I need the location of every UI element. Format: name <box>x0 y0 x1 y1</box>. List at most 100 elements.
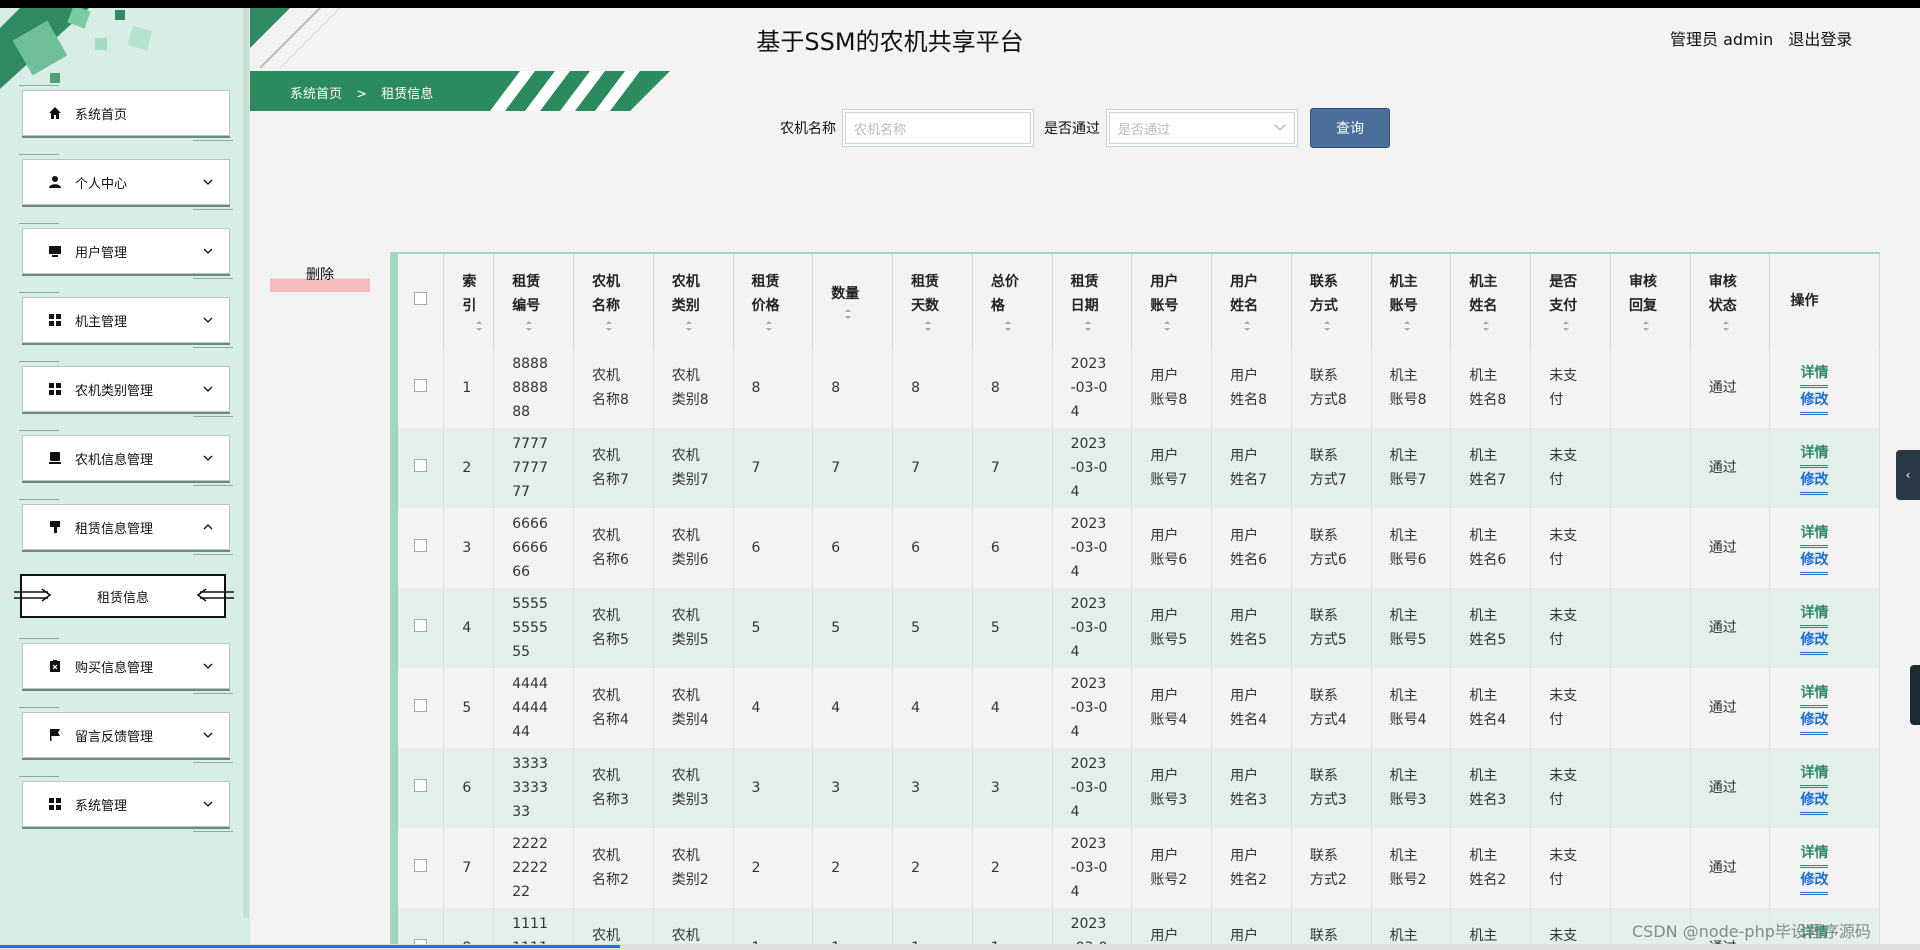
row-checkbox[interactable] <box>414 539 427 552</box>
edit-link[interactable]: 修改 <box>1800 388 1829 415</box>
edit-link[interactable]: 修改 <box>1800 788 1829 815</box>
detail-link[interactable]: 详情 <box>1800 601 1829 628</box>
edit-link[interactable]: 修改 <box>1800 868 1829 895</box>
col-header-rental-days[interactable]: 租赁天数 <box>892 254 973 348</box>
col-header-index[interactable]: 索引 <box>443 254 495 348</box>
row-checkbox[interactable] <box>414 379 427 392</box>
col-header-owner-name[interactable]: 机主姓名 <box>1450 254 1532 348</box>
row-checkbox[interactable] <box>414 779 427 792</box>
sort-icon[interactable] <box>1162 320 1172 332</box>
logout-link[interactable]: 退出登录 <box>1788 30 1852 49</box>
sort-icon[interactable] <box>684 320 694 332</box>
header-decoration <box>250 8 341 68</box>
col-header-label: 审核状态 <box>1708 274 1737 314</box>
sidebar-item-8[interactable]: 购买信息管理 <box>19 638 233 694</box>
cell-text: 7 <box>831 460 841 476</box>
detail-link[interactable]: 详情 <box>1800 441 1829 468</box>
sidebar-item-10[interactable]: 系统管理 <box>19 776 233 832</box>
detail-link[interactable]: 详情 <box>1800 521 1829 548</box>
side-collapse-tab[interactable]: ‹ <box>1896 450 1920 500</box>
cell-user-account: 用户账号1 <box>1131 908 1213 944</box>
sidebar-item-1[interactable]: 系统首页 <box>19 85 233 141</box>
cell-user-account: 用户账号8 <box>1131 348 1213 428</box>
cell-review-status: 通过 <box>1690 748 1771 828</box>
sidebar-item-3[interactable]: 用户管理 <box>19 223 233 279</box>
cell-machine-name: 农机名称2 <box>573 828 654 908</box>
col-header-review-status[interactable]: 审核状态 <box>1690 254 1771 348</box>
breadcrumb-home[interactable]: 系统首页 <box>290 87 342 102</box>
row-checkbox[interactable] <box>414 859 427 872</box>
col-header-user-name[interactable]: 用户姓名 <box>1211 254 1292 348</box>
col-header-total-price[interactable]: 总价格 <box>972 254 1053 348</box>
sort-icon[interactable] <box>1083 320 1093 332</box>
sort-icon[interactable] <box>524 320 534 332</box>
col-header-paid[interactable]: 是否支付 <box>1530 254 1611 348</box>
col-header-rental-price[interactable]: 租赁价格 <box>733 254 814 348</box>
cell-quantity: 8 <box>812 348 894 428</box>
cell-rental-days: 8 <box>892 348 973 428</box>
edit-link[interactable]: 修改 <box>1800 468 1829 495</box>
sidebar-item-4[interactable]: 机主管理 <box>19 292 233 348</box>
row-select-cell <box>398 668 445 748</box>
sidebar-item-2[interactable]: 个人中心 <box>19 154 233 210</box>
sidebar-subitem-rental-info[interactable]: 租赁信息 <box>14 574 234 618</box>
col-header-user-account[interactable]: 用户账号 <box>1131 254 1213 348</box>
delete-button[interactable]: 删除 <box>270 262 370 292</box>
cell-paid: 未支付 <box>1530 748 1611 828</box>
col-header-machine-type[interactable]: 农机类别 <box>653 254 734 348</box>
col-header-rental-no[interactable]: 租赁编号 <box>493 254 574 348</box>
col-header-rental-date[interactable]: 租赁日期 <box>1052 254 1133 348</box>
sort-icon[interactable] <box>764 320 774 332</box>
col-header-review-reply[interactable]: 审核回复 <box>1610 254 1691 348</box>
sort-icon[interactable] <box>1322 320 1332 332</box>
sort-icon[interactable] <box>1402 320 1412 332</box>
cell-index: 6 <box>443 748 495 828</box>
select-all-checkbox[interactable] <box>414 292 427 305</box>
sort-icon[interactable] <box>843 308 853 320</box>
cell-text: 农机类别1 <box>671 928 700 944</box>
side-tab[interactable] <box>1910 665 1920 725</box>
cell-index: 4 <box>443 588 495 668</box>
detail-link[interactable]: 详情 <box>1800 681 1829 708</box>
passed-select[interactable]: 是否通过 <box>1106 109 1298 147</box>
sort-icon[interactable] <box>474 320 484 332</box>
edit-link[interactable]: 修改 <box>1800 708 1829 735</box>
detail-link[interactable]: 详情 <box>1800 841 1829 868</box>
sort-icon[interactable] <box>923 320 933 332</box>
col-header-quantity[interactable]: 数量 <box>812 254 894 348</box>
cell-text: 未支付 <box>1549 448 1578 488</box>
sort-icon[interactable] <box>1561 320 1571 332</box>
edit-link[interactable]: 修改 <box>1800 548 1829 575</box>
cell-user-account: 用户账号4 <box>1131 668 1213 748</box>
sort-icon[interactable] <box>604 320 614 332</box>
search-button[interactable]: 查询 <box>1310 108 1390 148</box>
sort-icon[interactable] <box>1242 320 1252 332</box>
grid-icon <box>47 381 63 397</box>
col-header-owner-account[interactable]: 机主账号 <box>1371 254 1452 348</box>
row-checkbox[interactable] <box>414 619 427 632</box>
machine-name-input[interactable]: 农机名称 <box>842 109 1034 147</box>
sidebar-item-7[interactable]: 租赁信息管理 <box>19 499 233 555</box>
sort-icon[interactable] <box>1641 320 1651 332</box>
sidebar-scrollbar[interactable] <box>243 8 249 918</box>
cell-text: 农机名称4 <box>592 688 629 728</box>
row-checkbox[interactable] <box>414 459 427 472</box>
sidebar-item-6[interactable]: 农机信息管理 <box>19 430 233 486</box>
sort-icon[interactable] <box>1721 320 1731 332</box>
col-header-contact[interactable]: 联系方式 <box>1291 254 1372 348</box>
cell-machine-name: 农机名称3 <box>573 748 654 828</box>
cell-text: 7777777777 <box>512 436 548 500</box>
detail-link[interactable]: 详情 <box>1800 761 1829 788</box>
cell-text: 机主账号5 <box>1389 608 1427 648</box>
cell-text: 2023-03-04 <box>1070 356 1108 420</box>
sort-icon[interactable] <box>1481 320 1491 332</box>
row-checkbox[interactable] <box>414 699 427 712</box>
detail-link[interactable]: 详情 <box>1800 361 1829 388</box>
col-header-label: 机主账号 <box>1389 274 1418 314</box>
sidebar-item-5[interactable]: 农机类别管理 <box>19 361 233 417</box>
col-header-machine-name[interactable]: 农机名称 <box>573 254 654 348</box>
cell-text: 6 <box>831 540 841 556</box>
sort-icon[interactable] <box>1003 320 1013 332</box>
edit-link[interactable]: 修改 <box>1800 628 1829 655</box>
sidebar-item-9[interactable]: 留言反馈管理 <box>19 707 233 763</box>
